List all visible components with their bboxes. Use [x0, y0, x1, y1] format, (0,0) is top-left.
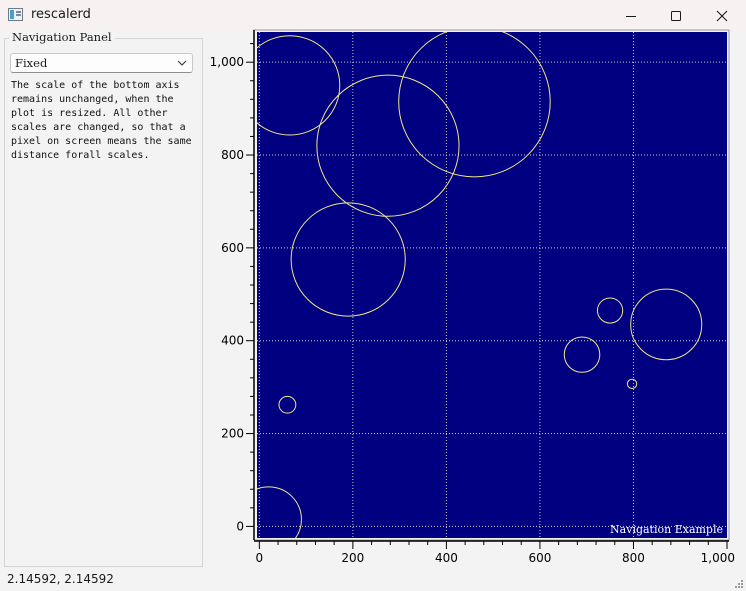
window-title: rescalerd [31, 7, 91, 22]
x-tick-label: 400 [435, 551, 458, 565]
y-tick-label: 800 [221, 148, 244, 162]
navigation-panel-title: Navigation Panel [9, 30, 115, 44]
y-tick-label: 0 [236, 519, 244, 533]
x-tick-label: 200 [341, 551, 364, 565]
x-tick-label: 600 [528, 551, 551, 565]
resize-grip-icon[interactable] [733, 578, 743, 588]
status-coordinates: 2.14592, 2.14592 [7, 572, 114, 586]
y-tick-label: 600 [221, 241, 244, 255]
minimize-icon [626, 15, 636, 17]
close-icon [716, 10, 728, 21]
maximize-icon [671, 10, 681, 21]
x-tick-label: 0 [256, 551, 264, 565]
app-window-icon [8, 8, 23, 21]
plot-area[interactable]: Navigation Example 0 200 400 600 800 1,000 0 200… [205, 27, 736, 572]
help-text: The scale of the bottom axis remains unc… [11, 80, 192, 161]
y-tick-label: 400 [221, 334, 244, 348]
x-axis[interactable]: 0 200 400 600 800 1,000 [254, 540, 735, 565]
y-tick-label: 200 [221, 427, 244, 441]
x-tick-label: 800 [622, 551, 645, 565]
plot-watermark: Navigation Example [610, 523, 723, 536]
mode-select-value: Fixed [15, 56, 48, 70]
chevron-down-icon [177, 60, 187, 66]
x-tick-label: 1,000 [701, 551, 735, 565]
y-tick-label: 1,000 [210, 55, 244, 69]
y-axis[interactable]: 0 200 400 600 800 1,000 [210, 30, 255, 540]
status-bar: 2.14592, 2.14592 [0, 569, 746, 591]
mode-select[interactable]: Fixed [10, 53, 193, 73]
